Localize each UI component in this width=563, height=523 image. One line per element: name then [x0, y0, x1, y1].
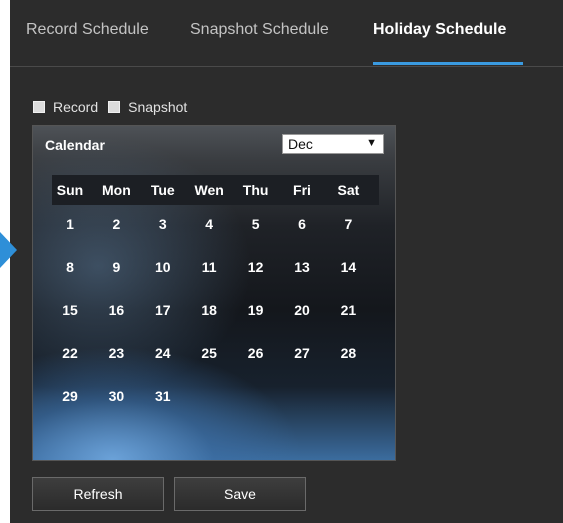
holiday-schedule-panel: Record Schedule Snapshot Schedule Holida… — [0, 0, 563, 523]
triangle-down-icon[interactable]: ▼ — [366, 137, 377, 149]
record-checkbox[interactable]: Record — [33, 99, 98, 115]
calendar-day[interactable]: 17 — [140, 300, 186, 320]
calendar-day[interactable]: 6 — [279, 214, 325, 234]
calendar-day[interactable]: 10 — [140, 257, 186, 277]
record-checkbox-box[interactable] — [33, 101, 45, 113]
calendar-day[interactable]: 26 — [233, 343, 279, 363]
calendar-day[interactable]: 8 — [47, 257, 93, 277]
calendar-day[interactable]: 12 — [233, 257, 279, 277]
month-select-value: Dec — [288, 136, 313, 152]
calendar-day[interactable]: 21 — [325, 300, 371, 320]
weekday-label: Fri — [293, 182, 311, 198]
calendar-day[interactable]: 18 — [186, 300, 232, 320]
tab-record-schedule[interactable]: Record Schedule — [26, 21, 149, 39]
tab-snapshot-schedule[interactable]: Snapshot Schedule — [190, 21, 329, 39]
schedule-type-options: Record Snapshot — [33, 98, 197, 116]
calendar-day[interactable]: 14 — [325, 257, 371, 277]
calendar-day[interactable]: 22 — [47, 343, 93, 363]
record-checkbox-label: Record — [53, 99, 99, 115]
calendar-day[interactable]: 1 — [47, 214, 93, 234]
month-select[interactable]: Dec ▼ — [282, 134, 384, 154]
tab-holiday-schedule[interactable]: Holiday Schedule — [373, 21, 506, 39]
calendar-day[interactable]: 5 — [233, 214, 279, 234]
weekday-header: Sun Mon Tue Wen Thu Fri Sat — [52, 175, 379, 205]
calendar-day[interactable]: 15 — [47, 300, 93, 320]
snapshot-checkbox[interactable]: Snapshot — [108, 99, 187, 115]
calendar-day[interactable]: 28 — [325, 343, 371, 363]
weekday-label: Tue — [150, 182, 175, 198]
calendar-day[interactable]: 19 — [233, 300, 279, 320]
triangle-right-icon — [0, 232, 17, 268]
refresh-button[interactable]: Refresh — [32, 477, 164, 511]
tab-bar: Record Schedule Snapshot Schedule Holida… — [10, 0, 563, 67]
calendar-day[interactable]: 27 — [279, 343, 325, 363]
calendar-day[interactable]: 29 — [47, 386, 93, 406]
weekday-label: Wen — [194, 182, 224, 198]
active-tab-indicator — [373, 62, 523, 65]
calendar-day[interactable]: 7 — [325, 214, 371, 234]
calendar-day[interactable]: 11 — [186, 257, 232, 277]
calendar-day[interactable]: 9 — [93, 257, 139, 277]
calendar-day[interactable]: 20 — [279, 300, 325, 320]
calendar-day[interactable]: 3 — [140, 214, 186, 234]
calendar-day[interactable]: 13 — [279, 257, 325, 277]
save-button[interactable]: Save — [174, 477, 306, 511]
calendar-day[interactable]: 31 — [140, 386, 186, 406]
snapshot-checkbox-box[interactable] — [108, 101, 121, 113]
snapshot-checkbox-label: Snapshot — [128, 99, 188, 115]
weekday-label: Thu — [242, 182, 269, 198]
calendar-day[interactable]: 30 — [93, 386, 139, 406]
calendar-day[interactable]: 25 — [186, 343, 232, 363]
weekday-label: Mon — [102, 182, 131, 198]
calendar-day[interactable]: 24 — [140, 343, 186, 363]
calendar-title: Calendar — [45, 137, 105, 153]
holiday-calendar: Calendar Dec ▼ Sun Mon Tue Wen Thu Fri Sat 123… — [32, 125, 396, 461]
calendar-day[interactable]: 2 — [93, 214, 139, 234]
calendar-day[interactable]: 4 — [186, 214, 232, 234]
weekday-label: Sat — [337, 182, 360, 198]
calendar-day[interactable]: 23 — [93, 343, 139, 363]
calendar-day[interactable]: 16 — [93, 300, 139, 320]
weekday-label: Sun — [56, 182, 84, 198]
